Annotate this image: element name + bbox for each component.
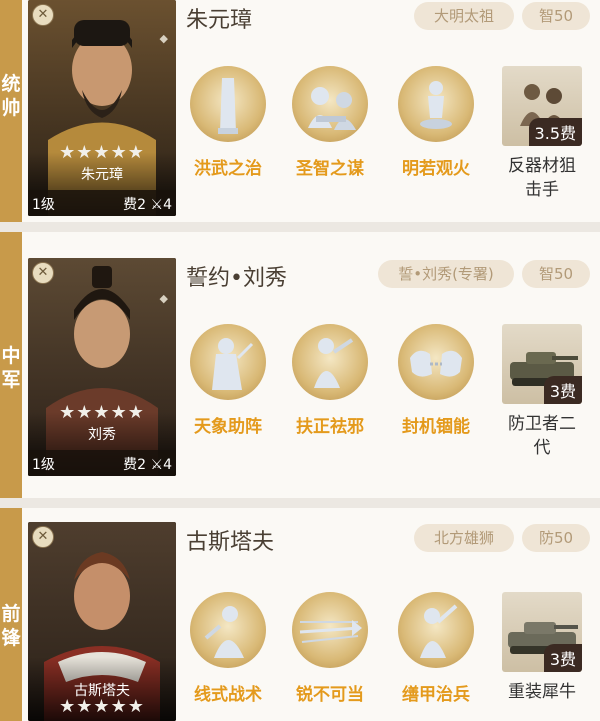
skill-name: 扶正祛邪 [296, 417, 364, 437]
close-badge-icon[interactable]: ✕ [32, 262, 54, 284]
hero-name: 古斯塔夫 [186, 530, 275, 555]
star-rating: ★★★★★ [59, 142, 145, 163]
unit-cost: 3费 [543, 644, 582, 672]
skill-name: 封机锢能 [402, 417, 470, 437]
unit-name: 重装犀牛 [508, 682, 576, 702]
role-label: 统帅 [1, 73, 21, 119]
skill-icon [398, 324, 474, 400]
skill-icon [398, 66, 474, 142]
unit-name: 防卫者二代 [508, 414, 576, 458]
tag-icon: ◆ [159, 32, 168, 45]
skill-slot-3[interactable]: 缮甲治兵 [396, 592, 476, 705]
hero-title-tag: 大明太祖 [414, 2, 514, 30]
hero-level: 1级 [32, 457, 55, 473]
hero-stat-tag: 智50 [522, 2, 590, 30]
hero-card[interactable]: ✕ 古斯塔夫 ★★★★★ [28, 522, 176, 721]
skill-name: 圣智之谋 [296, 159, 364, 179]
close-badge-icon[interactable]: ✕ [32, 526, 54, 548]
hero-panel-2: 中军 ✕ ◆ ★★★★★ 刘秀 1级 费2 ⚔4 誓约•刘秀 誓•刘秀(专署) … [0, 232, 600, 498]
card-hero-name: 刘秀 [88, 427, 116, 443]
tag-icon: ◆ [159, 292, 168, 305]
skill-icon [292, 592, 368, 668]
hero-card[interactable]: ✕ ◆ ★★★★★ 刘秀 1级 费2 ⚔4 [28, 258, 176, 476]
unit-slot[interactable]: 3费 重装犀牛 [502, 592, 582, 704]
skill-name: 明若观火 [402, 159, 470, 179]
skill-icon [292, 324, 368, 400]
card-info-bar: 1级 费2 ⚔4 [28, 450, 176, 476]
hero-panel-1: 统帅 ✕ ◆ ★★★★★ 朱元璋 1级 费2 ⚔4 朱元璋 大明太祖 智50 洪… [0, 0, 600, 222]
role-label: 中军 [1, 345, 21, 391]
skill-slot-1[interactable]: 线式战术 [188, 592, 268, 705]
skill-slot-1[interactable]: 天象助阵 [188, 324, 268, 437]
skill-name: 洪武之治 [194, 159, 262, 179]
role-label: 前锋 [1, 603, 21, 649]
hero-panel-3: 前锋 ✕ 古斯塔夫 ★★★★★ 古斯塔夫 北方雄狮 防50 线式战术 锐不可当 [0, 508, 600, 721]
hero-title-tag: 北方雄狮 [414, 524, 514, 552]
unit-image: 3费 [502, 592, 582, 672]
hero-title-tag: 誓•刘秀(专署) [378, 260, 514, 288]
skill-name: 线式战术 [194, 685, 262, 705]
close-badge-icon[interactable]: ✕ [32, 4, 54, 26]
skill-name: 天象助阵 [194, 417, 262, 437]
skill-slot-3[interactable]: 明若观火 [396, 66, 476, 179]
skill-slot-2[interactable]: 锐不可当 [290, 592, 370, 705]
unit-cost: 3.5费 [528, 118, 582, 146]
card-info-bar: 1级 费2 ⚔4 [28, 190, 176, 216]
star-rating: ★★★★★ [59, 402, 145, 423]
unit-cost: 3费 [543, 376, 582, 404]
skill-icon [398, 592, 474, 668]
skill-name: 缮甲治兵 [402, 685, 470, 705]
skill-slot-3[interactable]: 封机锢能 [396, 324, 476, 437]
hero-stat-tag: 防50 [522, 524, 590, 552]
hero-cost: 费2 ⚔4 [123, 457, 172, 473]
skill-icon [190, 592, 266, 668]
skill-slot-1[interactable]: 洪武之治 [188, 66, 268, 179]
hero-level: 1级 [32, 197, 55, 213]
skill-slot-2[interactable]: 扶正祛邪 [290, 324, 370, 437]
card-hero-name: 朱元璋 [81, 167, 123, 183]
unit-slot[interactable]: 3.5费 反器材狙击手 [502, 66, 582, 202]
skill-icon [292, 66, 368, 142]
hero-cost: 费2 ⚔4 [123, 197, 172, 213]
unit-slot[interactable]: 3费 防卫者二代 [502, 324, 582, 460]
hero-name: 誓约•刘秀 [186, 266, 287, 291]
hero-card[interactable]: ✕ ◆ ★★★★★ 朱元璋 1级 费2 ⚔4 [28, 0, 176, 216]
unit-image: 3费 [502, 324, 582, 404]
skill-slot-2[interactable]: 圣智之谋 [290, 66, 370, 179]
hero-name: 朱元璋 [186, 8, 253, 33]
star-rating: ★★★★★ [59, 696, 145, 717]
skill-icon [190, 66, 266, 142]
unit-name: 反器材狙击手 [508, 156, 576, 200]
skill-name: 锐不可当 [296, 685, 364, 705]
hero-stat-tag: 智50 [522, 260, 590, 288]
skill-icon [190, 324, 266, 400]
unit-image: 3.5费 [502, 66, 582, 146]
